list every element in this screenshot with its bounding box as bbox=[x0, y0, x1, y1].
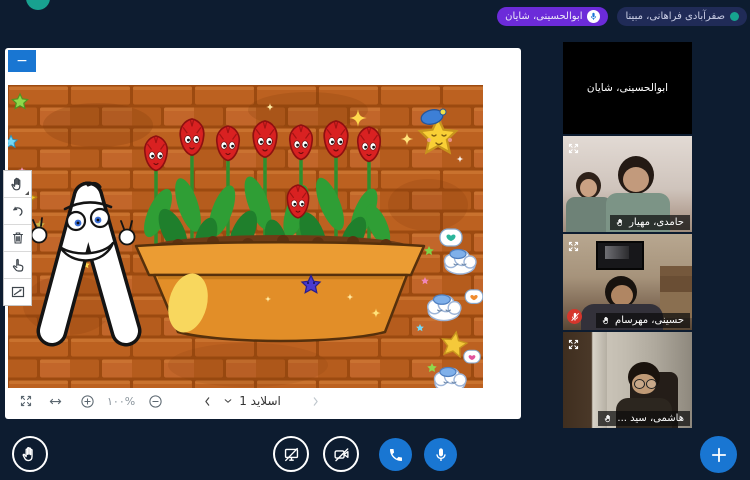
header-badges: ابوالحسینی، شایان صفرآبادی فراهانی، مبین… bbox=[497, 7, 747, 26]
video-tile-1[interactable]: ابوالحسینی، شایان bbox=[563, 42, 692, 134]
fullscreen-icon bbox=[19, 394, 33, 408]
active-speaker-name: ابوالحسینی، شایان bbox=[505, 11, 582, 22]
delete-button[interactable] bbox=[4, 225, 31, 252]
zoom-level: ۱۰۰% bbox=[107, 395, 135, 408]
chevron-down-icon bbox=[223, 396, 233, 406]
prev-slide-icon bbox=[201, 395, 214, 408]
slide-illustration bbox=[8, 85, 483, 388]
participant-name-chip: هاشمی، سید ... bbox=[598, 411, 690, 426]
microphone-button[interactable] bbox=[424, 438, 457, 471]
expand-tile-icon[interactable] bbox=[567, 336, 580, 355]
participant-name-chip: حامدی، مهیار bbox=[610, 215, 690, 230]
slide-label: اسلاید 1 bbox=[239, 394, 281, 408]
collapse-panel-button[interactable]: − bbox=[8, 50, 36, 72]
plus-icon bbox=[710, 446, 728, 464]
mic-blocked-indicator bbox=[567, 309, 582, 324]
participant-name: حسینی، مهرسام bbox=[615, 315, 684, 326]
undo-button[interactable] bbox=[4, 198, 31, 225]
pointer-tool-button[interactable] bbox=[4, 252, 31, 279]
presence-badge[interactable]: صفرآبادی فراهانی، مبینا bbox=[617, 7, 747, 26]
microphone-icon bbox=[587, 10, 600, 23]
trash-icon bbox=[10, 230, 26, 246]
zoom-out-icon bbox=[148, 394, 163, 409]
fit-width-button[interactable] bbox=[48, 394, 63, 409]
fit-width-icon bbox=[48, 394, 63, 409]
expand-tile-icon[interactable] bbox=[567, 140, 580, 159]
next-slide-button[interactable] bbox=[309, 395, 322, 408]
undo-icon bbox=[10, 204, 25, 219]
raised-hand-icon bbox=[616, 218, 625, 227]
microphone-icon bbox=[433, 447, 449, 463]
shape-arrow-icon bbox=[10, 284, 26, 300]
zoom-in-button[interactable] bbox=[80, 394, 95, 409]
zoom-in-icon bbox=[80, 394, 95, 409]
participant-name: حامدی، مهیار bbox=[629, 217, 684, 228]
pointer-hand-icon bbox=[10, 257, 26, 273]
expand-tile-icon[interactable] bbox=[567, 238, 580, 257]
slide-list-dropdown[interactable] bbox=[223, 396, 233, 406]
brand-logo-icon bbox=[26, 0, 50, 10]
raise-hand-button[interactable] bbox=[12, 436, 48, 472]
pan-tool-button[interactable] bbox=[4, 171, 31, 198]
fullscreen-button[interactable] bbox=[19, 394, 33, 408]
presence-name: صفرآبادی فراهانی، مبینا bbox=[625, 11, 725, 22]
presence-dot-icon bbox=[730, 12, 739, 21]
add-button[interactable] bbox=[700, 436, 737, 473]
slide-footer-toolbar: ۱۰۰% اسلاید 1 bbox=[5, 388, 521, 414]
screen-share-off-button[interactable] bbox=[273, 436, 309, 472]
previous-slide-button[interactable] bbox=[201, 395, 214, 408]
video-tile-3[interactable]: حسینی، مهرسام bbox=[563, 234, 692, 330]
participant-name-chip: حسینی، مهرسام bbox=[596, 313, 690, 328]
phone-button[interactable] bbox=[379, 438, 412, 471]
video-tile-4[interactable]: هاشمی، سید ... bbox=[563, 332, 692, 428]
raise-hand-icon bbox=[21, 445, 39, 463]
zoom-out-button[interactable] bbox=[148, 394, 163, 409]
tool-flyout-indicator bbox=[25, 191, 29, 195]
pan-hand-icon bbox=[10, 176, 26, 192]
raised-hand-icon bbox=[602, 316, 611, 325]
raised-hand-icon bbox=[604, 414, 613, 423]
camera-off-icon bbox=[333, 446, 350, 463]
share-panel: − bbox=[5, 48, 521, 419]
participant-name: ابوالحسینی، شایان bbox=[563, 42, 692, 134]
active-speaker-badge[interactable]: ابوالحسینی، شایان bbox=[497, 7, 608, 26]
flower-pot bbox=[136, 235, 424, 341]
screen-share-off-icon bbox=[283, 446, 300, 463]
whiteboard-toolbar bbox=[3, 170, 32, 306]
shape-tool-button[interactable] bbox=[4, 279, 31, 305]
video-sidebar: ابوالحسینی، شایان حامدی، مهیار bbox=[563, 42, 692, 428]
next-slide-icon bbox=[309, 395, 322, 408]
phone-icon bbox=[388, 447, 404, 463]
camera-off-button[interactable] bbox=[323, 436, 359, 472]
video-tile-2[interactable]: حامدی، مهیار bbox=[563, 136, 692, 232]
participant-name: هاشمی، سید ... bbox=[617, 413, 684, 424]
slide-canvas[interactable] bbox=[8, 85, 483, 388]
